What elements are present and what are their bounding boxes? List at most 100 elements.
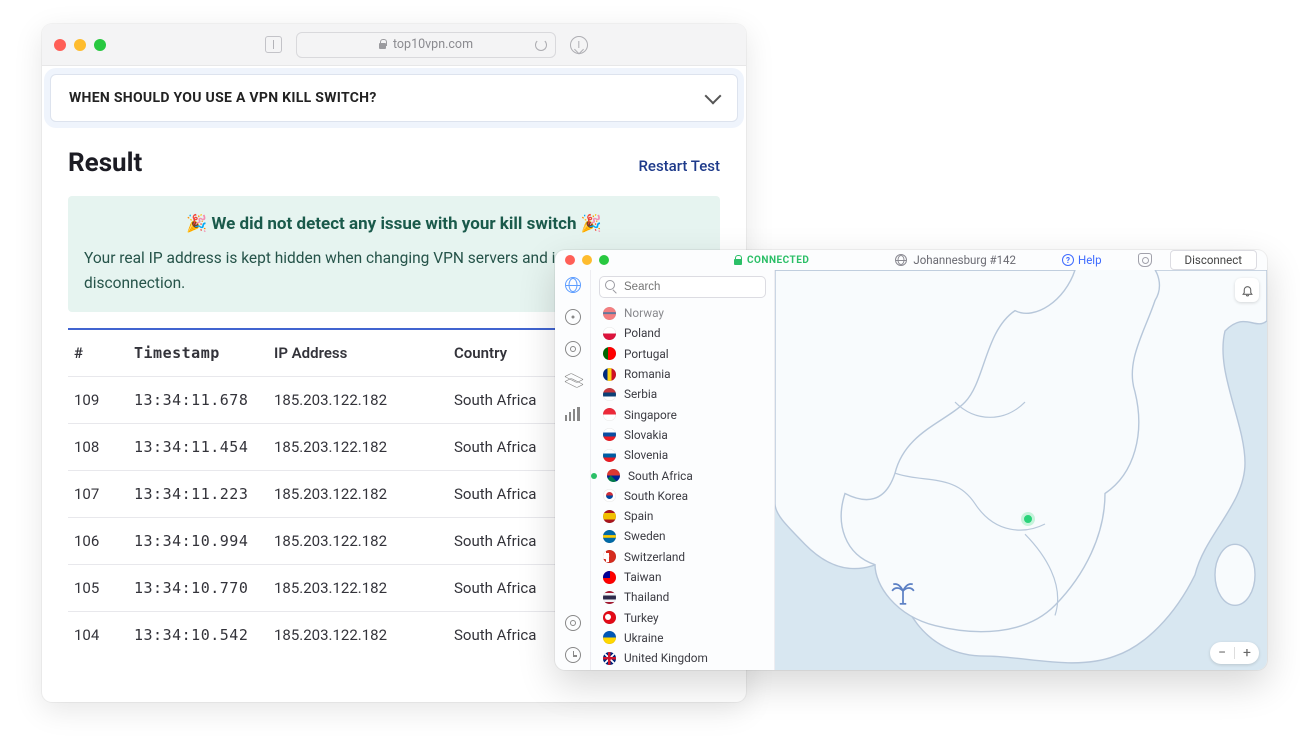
- flag-icon: [603, 510, 616, 523]
- flag-icon: [603, 631, 616, 644]
- cell-ip: 185.203.122.182: [268, 517, 448, 564]
- notifications-icon[interactable]: [1235, 278, 1259, 302]
- country-name: Taiwan: [624, 570, 661, 584]
- country-item[interactable]: Slovakia: [593, 425, 772, 445]
- flag-icon: [603, 307, 616, 320]
- country-item[interactable]: Taiwan: [593, 567, 772, 587]
- flag-icon: [603, 652, 616, 665]
- map-connected-pin: [1021, 512, 1035, 526]
- country-item[interactable]: Romania: [593, 364, 772, 384]
- cell-timestamp: 13:34:11.678: [128, 376, 268, 423]
- lock-icon: [734, 255, 742, 265]
- close-window-icon[interactable]: [54, 39, 66, 51]
- cell-num: 109: [68, 376, 128, 423]
- flag-icon: [603, 428, 616, 441]
- vpn-nav-rail: [555, 270, 591, 670]
- minimize-window-icon[interactable]: [74, 39, 86, 51]
- nav-layers-icon[interactable]: [564, 372, 582, 390]
- vpn-map[interactable]: − +: [775, 270, 1267, 670]
- maximize-window-icon[interactable]: [599, 255, 609, 265]
- settings-icon[interactable]: [564, 614, 582, 632]
- url-host: top10vpn.com: [393, 37, 473, 52]
- country-item[interactable]: Switzerland: [593, 547, 772, 567]
- sidebar-toggle-icon[interactable]: [265, 36, 282, 53]
- cell-num: 108: [68, 423, 128, 470]
- country-name: Portugal: [624, 347, 669, 361]
- country-item[interactable]: Singapore: [593, 404, 772, 424]
- maximize-window-icon[interactable]: [94, 39, 106, 51]
- country-item[interactable]: Turkey: [593, 607, 772, 627]
- downloads-icon[interactable]: [570, 36, 588, 54]
- country-item[interactable]: Slovenia: [593, 445, 772, 465]
- faq-accordion-header[interactable]: WHEN SHOULD YOU USE A VPN KILL SWITCH?: [50, 74, 738, 122]
- cell-ip: 185.203.122.182: [268, 611, 448, 658]
- cell-ip: 185.203.122.182: [268, 376, 448, 423]
- cell-num: 104: [68, 611, 128, 658]
- country-item[interactable]: Spain: [593, 506, 772, 526]
- refresh-icon[interactable]: [535, 39, 547, 51]
- map-landmass: [775, 270, 1267, 670]
- nav-specialty-icon[interactable]: [564, 308, 582, 326]
- search-input[interactable]: [599, 276, 766, 298]
- country-name: Spain: [624, 509, 653, 523]
- banner-headline: 🎉 We did not detect any issue with your …: [84, 214, 704, 234]
- nav-countries-icon[interactable]: [564, 276, 582, 294]
- cell-timestamp: 13:34:11.223: [128, 470, 268, 517]
- country-item[interactable]: Ukraine: [593, 628, 772, 648]
- cell-num: 107: [68, 470, 128, 517]
- chevron-down-icon: [705, 88, 722, 105]
- connection-status-text: CONNECTED: [747, 255, 809, 266]
- nav-target-icon[interactable]: [564, 340, 582, 358]
- flag-icon: [603, 489, 616, 502]
- country-list-panel: Norway Poland Portugal Romania Serbia Singap…: [591, 270, 775, 670]
- vpn-top-bar: CONNECTED Johannesburg #142 ? Help Disco…: [555, 250, 1267, 270]
- country-item[interactable]: South Korea: [593, 486, 772, 506]
- col-header-num: #: [68, 329, 128, 377]
- country-item[interactable]: United Kingdom: [593, 648, 772, 668]
- country-item[interactable]: Thailand: [593, 587, 772, 607]
- cell-num: 105: [68, 564, 128, 611]
- cell-ip: 185.203.122.182: [268, 470, 448, 517]
- col-header-timestamp: Timestamp: [128, 329, 268, 377]
- flag-icon: [603, 347, 616, 360]
- connected-dot-icon: [591, 473, 597, 479]
- lock-icon: [378, 39, 387, 50]
- country-name: Slovenia: [624, 448, 668, 462]
- faq-question-text: WHEN SHOULD YOU USE A VPN KILL SWITCH?: [69, 90, 377, 106]
- country-name: Slovakia: [624, 428, 668, 442]
- cell-timestamp: 13:34:10.770: [128, 564, 268, 611]
- help-link[interactable]: ? Help: [1062, 253, 1102, 267]
- minimize-window-icon[interactable]: [582, 255, 592, 265]
- restart-test-link[interactable]: Restart Test: [638, 157, 720, 175]
- palm-tree-icon: [890, 580, 916, 612]
- country-item[interactable]: Sweden: [593, 526, 772, 546]
- country-item[interactable]: South Africa: [593, 465, 772, 485]
- connection-status: CONNECTED: [694, 255, 849, 266]
- country-name: Sweden: [624, 529, 666, 543]
- vpn-traffic-lights[interactable]: [565, 255, 609, 265]
- shield-icon[interactable]: [1138, 253, 1152, 267]
- zoom-out-button[interactable]: −: [1210, 645, 1234, 661]
- globe-icon: [895, 254, 907, 266]
- country-item[interactable]: Poland: [593, 323, 772, 343]
- zoom-in-button[interactable]: +: [1235, 645, 1259, 661]
- flag-icon: [603, 327, 616, 340]
- flag-icon: [603, 408, 616, 421]
- flag-icon: [603, 611, 616, 624]
- url-field[interactable]: top10vpn.com: [296, 32, 556, 58]
- country-name: Poland: [624, 326, 661, 340]
- flag-icon: [603, 530, 616, 543]
- country-item-cut[interactable]: Norway: [593, 303, 772, 323]
- country-name: Serbia: [624, 387, 657, 401]
- nav-stats-icon[interactable]: [564, 404, 582, 422]
- current-location[interactable]: Johannesburg #142: [857, 253, 1054, 267]
- country-item[interactable]: Portugal: [593, 344, 772, 364]
- country-item[interactable]: Serbia: [593, 384, 772, 404]
- map-zoom-control[interactable]: − +: [1210, 642, 1259, 664]
- country-name: Thailand: [624, 590, 669, 604]
- activity-log-icon[interactable]: [564, 646, 582, 664]
- address-bar-area: top10vpn.com: [118, 32, 734, 58]
- disconnect-button[interactable]: Disconnect: [1170, 250, 1257, 270]
- window-traffic-lights[interactable]: [54, 39, 106, 51]
- close-window-icon[interactable]: [565, 255, 575, 265]
